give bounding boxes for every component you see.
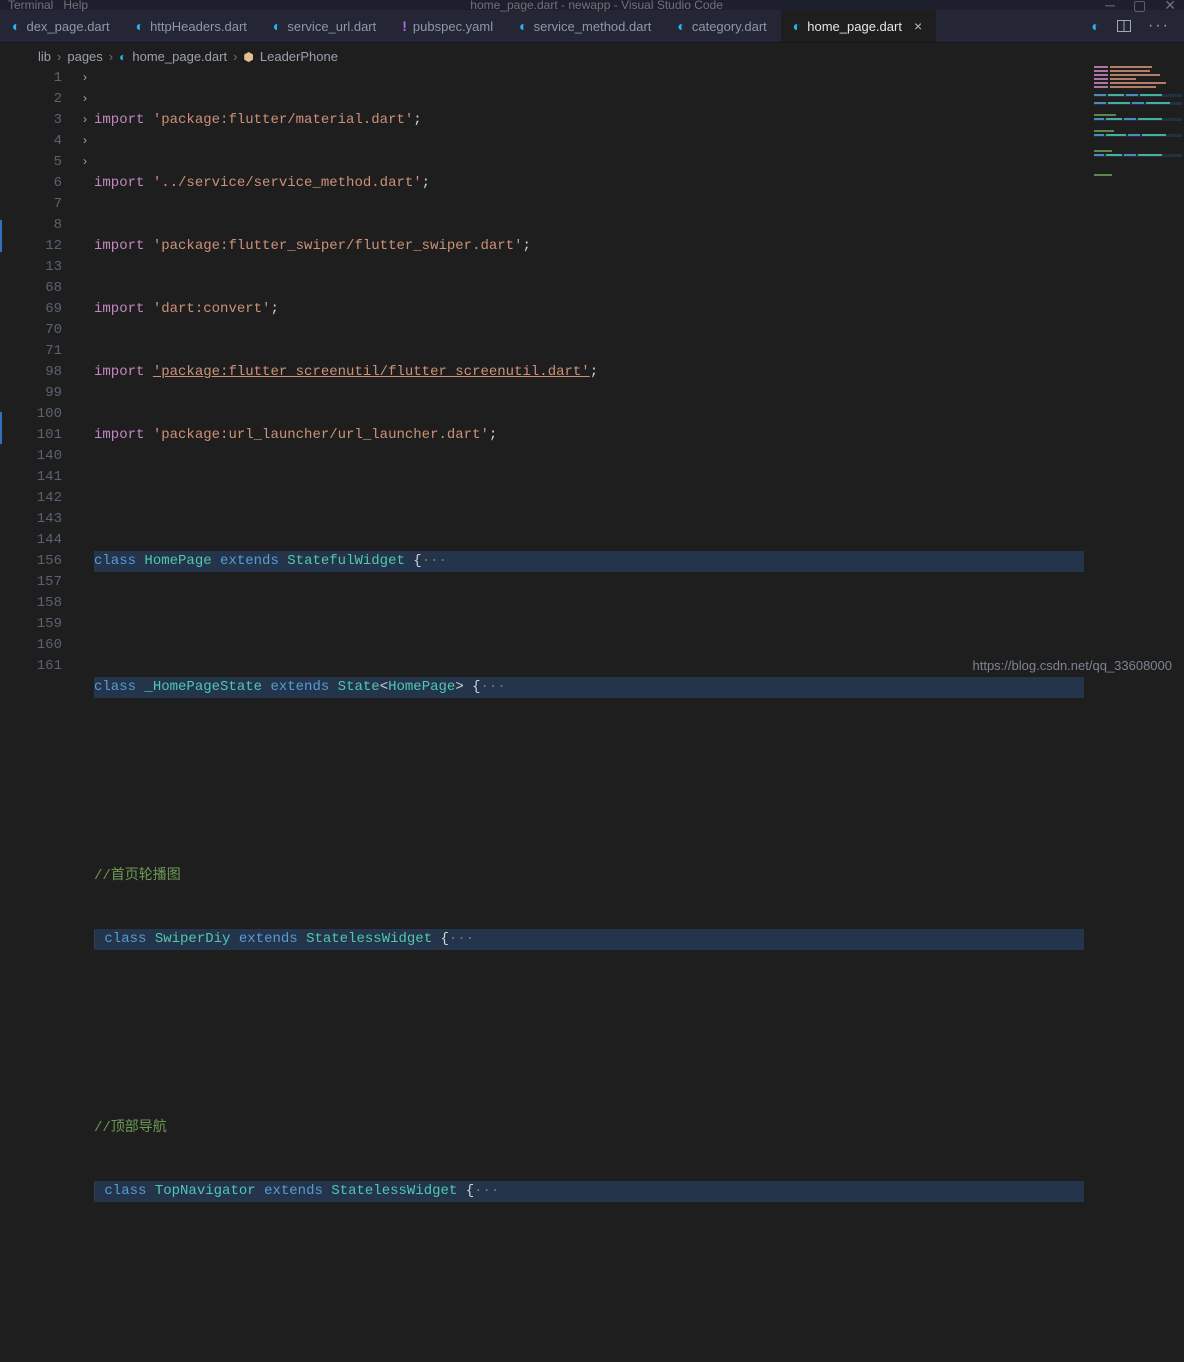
fold-icon[interactable]: ›	[81, 110, 88, 131]
dart-icon: ◐	[793, 18, 801, 34]
code-line	[94, 1055, 1084, 1076]
tab-home-page[interactable]: ◐ home_page.dart ×	[781, 10, 936, 42]
code-line	[94, 1244, 1084, 1265]
tab-category[interactable]: ◐ category.dart	[665, 10, 780, 42]
fold-gutter[interactable]: › › › › ›	[76, 68, 94, 681]
fold-icon[interactable]: ›	[81, 68, 88, 89]
fold-icon[interactable]: ›	[81, 131, 88, 152]
dart-icon: ◐	[273, 18, 281, 34]
chevron-right-icon: ›	[109, 49, 113, 64]
code-line	[94, 614, 1084, 635]
tab-label: httpHeaders.dart	[150, 19, 247, 34]
tab-label: pubspec.yaml	[413, 19, 493, 34]
dart-icon: ◐	[519, 18, 527, 34]
code-line: //首页轮播图	[94, 866, 1084, 887]
chevron-right-icon: ›	[57, 49, 61, 64]
code-line	[94, 488, 1084, 509]
dart-icon: ◐	[136, 18, 144, 34]
tab-label: dex_page.dart	[26, 19, 109, 34]
code-line: class _HomePageState extends State<HomeP…	[94, 677, 1084, 698]
code-line	[94, 992, 1084, 1013]
code-line	[94, 740, 1084, 761]
tab-service-method[interactable]: ◐ service_method.dart	[507, 10, 665, 42]
code-line: class SwiperDiy extends StatelessWidget …	[94, 929, 1084, 950]
fold-icon[interactable]: ›	[81, 152, 88, 173]
code-line: import 'dart:convert';	[94, 299, 1084, 320]
code-line: //顶部导航	[94, 1118, 1084, 1139]
breadcrumb-seg[interactable]: lib	[38, 49, 51, 64]
code-line	[94, 1307, 1084, 1328]
code-line: import 'package:flutter/material.dart';	[94, 110, 1084, 131]
code-line	[94, 803, 1084, 824]
breadcrumb-seg[interactable]: pages	[67, 49, 102, 64]
dart-icon: ◐	[119, 50, 126, 64]
code-editor[interactable]: 1 2 3 4 5 6 7 8 12 13 68 69 70 71 98 99 …	[0, 68, 1184, 681]
code-line: import '../service/service_method.dart';	[94, 173, 1084, 194]
fold-icon[interactable]: ›	[81, 89, 88, 110]
code-line: import 'package:flutter_screenutil/flutt…	[94, 362, 1084, 383]
dart-icon: ◐	[677, 18, 685, 34]
code-line: class TopNavigator extends StatelessWidg…	[94, 1181, 1084, 1202]
minimap[interactable]	[1094, 66, 1182, 176]
title-bar: Terminal Help home_page.dart - newapp - …	[0, 0, 1184, 10]
watermark: https://blog.csdn.net/qq_33608000	[973, 658, 1173, 673]
tab-label: service_method.dart	[534, 19, 652, 34]
dart-icon: ◐	[12, 18, 20, 34]
tab-dex-page[interactable]: ◐ dex_page.dart	[0, 10, 124, 42]
tab-label: category.dart	[692, 19, 767, 34]
tab-actions: ◐ ···	[1078, 10, 1184, 42]
more-actions-icon[interactable]: ···	[1148, 17, 1170, 35]
tab-pubspec[interactable]: ! pubspec.yaml	[390, 10, 507, 42]
tab-label: service_url.dart	[287, 19, 376, 34]
yaml-icon: !	[402, 18, 407, 34]
tab-http-headers[interactable]: ◐ httpHeaders.dart	[124, 10, 261, 42]
class-icon: ⬢	[243, 50, 253, 64]
code-line: import 'package:url_launcher/url_launche…	[94, 425, 1084, 446]
code-area[interactable]: import 'package:flutter/material.dart'; …	[94, 68, 1184, 681]
code-line: class HomePage extends StatefulWidget {·…	[94, 551, 1084, 572]
activity-markers	[0, 220, 22, 604]
tab-label: home_page.dart	[807, 19, 902, 34]
breadcrumb-seg[interactable]: home_page.dart	[132, 49, 227, 64]
breadcrumb[interactable]: lib › pages › ◐ home_page.dart › ⬢ Leade…	[0, 43, 1184, 70]
chevron-right-icon: ›	[233, 49, 237, 64]
run-icon[interactable]: ◐	[1092, 18, 1100, 34]
tab-service-url[interactable]: ◐ service_url.dart	[261, 10, 390, 42]
split-editor-icon[interactable]	[1116, 18, 1132, 34]
close-tab-icon[interactable]: ×	[914, 18, 922, 34]
editor-tabs: ◐ dex_page.dart ◐ httpHeaders.dart ◐ ser…	[0, 10, 1184, 43]
breadcrumb-seg[interactable]: LeaderPhone	[260, 49, 338, 64]
line-numbers: 1 2 3 4 5 6 7 8 12 13 68 69 70 71 98 99 …	[24, 68, 76, 681]
code-line: import 'package:flutter_swiper/flutter_s…	[94, 236, 1084, 257]
